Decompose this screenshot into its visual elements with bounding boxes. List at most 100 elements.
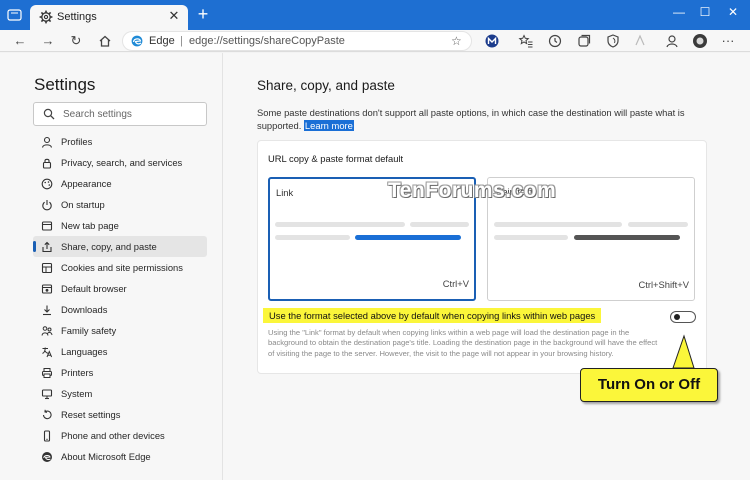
sidebar-item-label: Phone and other devices [61, 430, 165, 441]
preview-line [275, 222, 405, 227]
sidebar-item[interactable]: System [33, 383, 207, 404]
minimize-button[interactable]: — [668, 3, 690, 21]
sidebar-item-label: Reset settings [61, 409, 121, 420]
page-title: Share, copy, and paste [257, 78, 395, 93]
sidebar-item[interactable]: Appearance [33, 173, 207, 194]
sidebar-item-label: Family safety [61, 325, 117, 336]
preview-line [410, 222, 469, 227]
more-menu-icon[interactable]: ··· [720, 33, 736, 49]
sidebar-item[interactable]: About Microsoft Edge [33, 446, 207, 467]
sidebar-item[interactable]: Family safety [33, 320, 207, 341]
address-bar[interactable]: Edge | edge://settings/shareCopyPaste ☆ [122, 31, 472, 51]
extension-m-icon[interactable] [484, 33, 500, 49]
profile-icon [41, 136, 53, 148]
link-option-label: Link [276, 187, 294, 198]
phone-icon [43, 429, 51, 442]
sidebar-item[interactable]: Phone and other devices [33, 425, 207, 446]
sidebar-item-label: Cookies and site permissions [61, 262, 183, 273]
sidebar-item-label: Appearance [61, 178, 112, 189]
learn-more-link[interactable]: Learn more [303, 120, 354, 131]
browser-essentials-icon[interactable] [605, 33, 621, 49]
toggle-description: Using the "Link" format by default when … [268, 328, 658, 358]
link-option-shortcut: Ctrl+V [442, 278, 469, 289]
sidebar-item[interactable]: Profiles [33, 131, 207, 152]
sidebar-item-label: Printers [61, 367, 94, 378]
sidebar-item-label: About Microsoft Edge [61, 451, 151, 462]
avatar[interactable] [692, 33, 708, 49]
title-bar: Settings ✕ + — ☐ ✕ [0, 0, 750, 30]
sidebar-item[interactable]: Reset settings [33, 404, 207, 425]
callout-box: Turn On or Off [580, 368, 718, 402]
close-window-button[interactable]: ✕ [722, 3, 744, 21]
languages-icon [42, 347, 53, 357]
sidebar-item-label: On startup [61, 199, 105, 210]
printer-icon [42, 367, 52, 378]
home-icon[interactable] [97, 33, 113, 49]
extensions-icon[interactable] [664, 33, 680, 49]
lock-icon [42, 158, 52, 169]
search-box[interactable] [33, 102, 207, 126]
refresh-icon[interactable]: ↻ [68, 33, 84, 49]
address-separator: | [180, 35, 183, 47]
tab-settings[interactable]: Settings ✕ [30, 5, 188, 30]
sidebar-item[interactable]: Cookies and site permissions [33, 257, 207, 278]
preview-link-line [355, 235, 461, 240]
main-content: Share, copy, and paste Some paste destin… [224, 53, 750, 480]
appearance-icon [41, 178, 53, 189]
sidebar-item[interactable]: Default browser [33, 278, 207, 299]
new-tab-button[interactable]: + [194, 5, 212, 23]
sidebar-item-label: Privacy, search, and services [61, 157, 183, 168]
preview-line [275, 235, 350, 240]
preview-line [494, 235, 568, 240]
system-icon [41, 388, 53, 399]
preview-line [494, 222, 622, 227]
toggle-label: Use the format selected above by default… [263, 308, 602, 323]
sidebar-item-label: Profiles [61, 136, 93, 147]
sidebar: Settings Profiles Privacy, search, and se… [0, 53, 223, 480]
sidebar-item[interactable]: Printers [33, 362, 207, 383]
maximize-button[interactable]: ☐ [694, 3, 716, 21]
preview-plain-line [574, 235, 680, 240]
forward-icon[interactable]: → [40, 33, 56, 49]
preview-line [628, 222, 688, 227]
page-description: Some paste destinations don't support al… [257, 106, 687, 132]
search-icon [43, 108, 55, 120]
search-input[interactable] [63, 106, 201, 122]
family-icon [41, 325, 53, 336]
history-icon[interactable] [547, 33, 563, 49]
edge-logo-icon [131, 35, 143, 47]
sidebar-item-label: New tab page [61, 220, 119, 231]
reset-icon [42, 409, 52, 419]
settings-page: Settings Profiles Privacy, search, and se… [0, 53, 750, 480]
sidebar-item[interactable]: On startup [33, 194, 207, 215]
sidebar-item[interactable]: Privacy, search, and services [33, 152, 207, 173]
watermark: TenForums.com [388, 179, 557, 202]
new-tab-page-icon [41, 220, 53, 231]
sidebar-item[interactable]: Languages [33, 341, 207, 362]
collections-icon[interactable] [576, 33, 592, 49]
address-brand: Edge [149, 35, 175, 47]
url-format-card: URL copy & paste format default Link Ctr… [257, 140, 707, 374]
close-tab-icon[interactable]: ✕ [166, 8, 182, 24]
tab-actions-icon[interactable] [6, 7, 24, 23]
back-icon[interactable]: ← [12, 33, 28, 49]
sidebar-item-label: Default browser [61, 283, 127, 294]
address-url[interactable]: edge://settings/shareCopyPaste [189, 35, 345, 47]
favorite-star-icon[interactable]: ☆ [451, 34, 465, 48]
permissions-icon [41, 262, 53, 273]
sidebar-item[interactable]: Downloads [33, 299, 207, 320]
default-format-toggle[interactable] [670, 311, 696, 323]
browser-toolbar: ← → ↻ Edge | edge://settings/shareCopyPa… [0, 30, 750, 52]
sidebar-item-label: Languages [61, 346, 108, 357]
sidebar-item-label: Share, copy, and paste [61, 241, 157, 252]
favorites-icon[interactable] [518, 33, 534, 49]
sidebar-nav: Profiles Privacy, search, and services App… [33, 131, 207, 467]
sidebar-item-label: Downloads [61, 304, 108, 315]
sidebar-item[interactable]: New tab page [33, 215, 207, 236]
sidebar-title: Settings [34, 75, 96, 94]
copilot-icon[interactable] [632, 33, 648, 49]
plain-option-shortcut: Ctrl+Shift+V [638, 279, 689, 290]
sidebar-item-label: System [61, 388, 93, 399]
sidebar-item[interactable]: Share, copy, and paste [33, 236, 207, 257]
share-icon [42, 241, 52, 252]
